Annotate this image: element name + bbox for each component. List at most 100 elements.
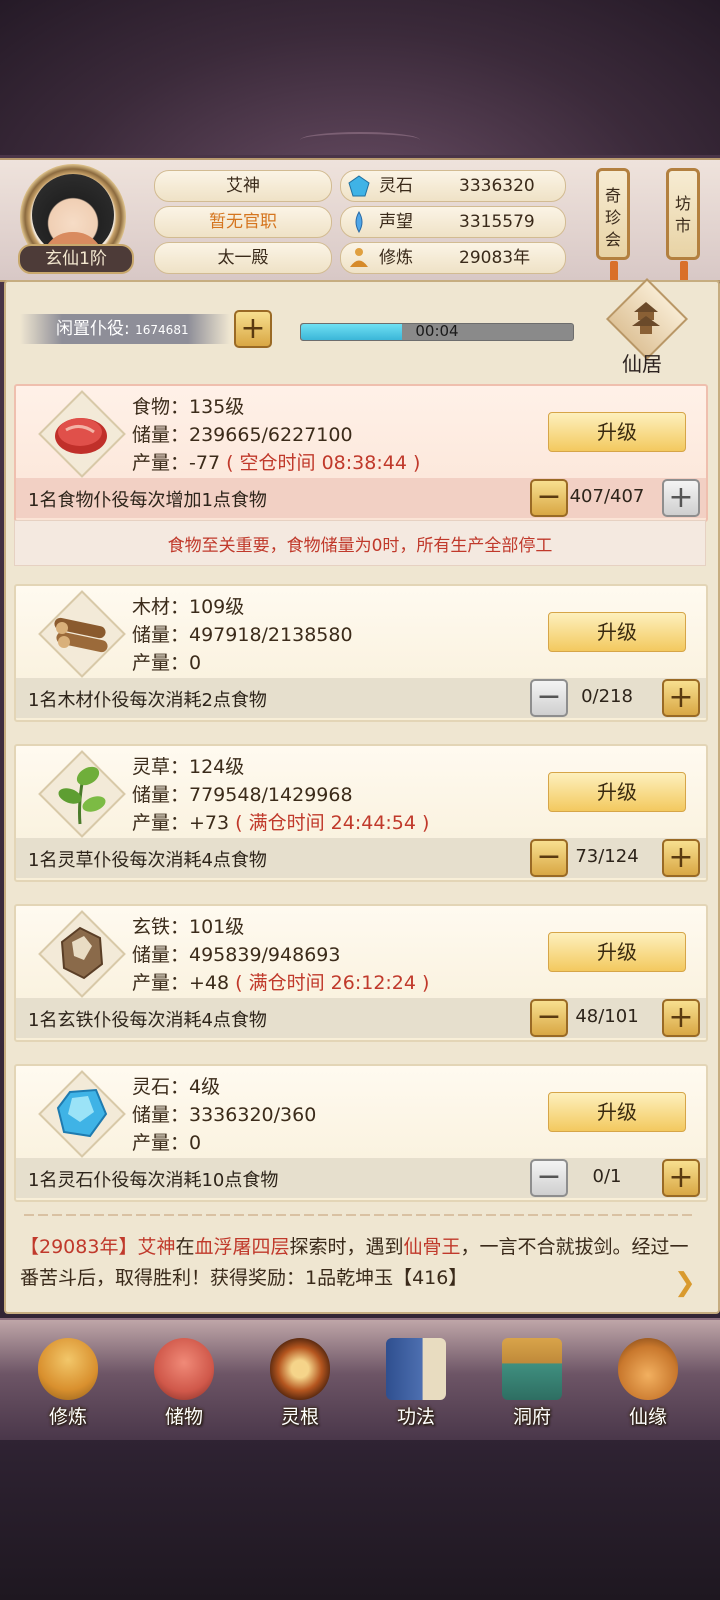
wood-glyph bbox=[54, 617, 108, 653]
nav-technique[interactable]: 功法 bbox=[364, 1320, 468, 1440]
technique-book-icon bbox=[386, 1338, 446, 1400]
log-place: 血浮屠四层 bbox=[194, 1236, 290, 1258]
official-title[interactable]: 暂无官职 bbox=[154, 206, 332, 238]
plus-servant-button[interactable]: + bbox=[662, 839, 700, 877]
upgrade-button[interactable]: 升级 bbox=[548, 612, 686, 652]
top-decoration bbox=[0, 0, 720, 155]
progress-timer: 00:04 bbox=[415, 322, 459, 340]
herb-glyph bbox=[58, 766, 106, 825]
nav-fate[interactable]: 仙缘 bbox=[596, 1320, 700, 1440]
cultivate-icon bbox=[38, 1338, 98, 1400]
servant-desc: 1名食物仆役每次增加1点食物 bbox=[28, 490, 267, 511]
reputation-icon bbox=[355, 210, 363, 234]
side-label: 会 bbox=[604, 230, 621, 249]
nav-spirit-root[interactable]: 灵根 bbox=[248, 1320, 352, 1440]
meat-glyph bbox=[55, 418, 107, 454]
idle-servants-label: 闲置仆役: 1674681 bbox=[20, 314, 230, 344]
servant-bar: 1名玄铁仆役每次消耗4点食物 − 48/101 + bbox=[16, 998, 706, 1038]
cultivation-icon bbox=[350, 248, 368, 267]
divider bbox=[24, 1214, 696, 1216]
nav-label: 储物 bbox=[164, 1406, 203, 1428]
resource-output: 产量：+48 ( 满仓时间 26:12:24 ) bbox=[132, 968, 429, 995]
plus-servant-button[interactable]: + bbox=[662, 999, 700, 1037]
servant-count: 0/1 bbox=[592, 1166, 622, 1187]
log-year: 【29083年】 bbox=[20, 1236, 138, 1258]
side-label: 市 bbox=[674, 216, 691, 235]
food-warning-text: 食物至关重要，食物储量为0时，所有生产全部停工 bbox=[167, 536, 553, 556]
resource-level: 灵石：4级 bbox=[132, 1076, 221, 1098]
servant-bar: 1名灵草仆役每次消耗4点食物 − 73/124 + bbox=[16, 838, 706, 878]
output-value: 产量：0 bbox=[132, 1132, 202, 1154]
servant-desc: 1名玄铁仆役每次消耗4点食物 bbox=[28, 1010, 267, 1031]
resource-storage: 储量：239665/6227100 bbox=[132, 424, 353, 446]
log-text: 在 bbox=[175, 1236, 195, 1258]
food-warning: 食物至关重要，食物储量为0时，所有生产全部停工 bbox=[14, 520, 706, 566]
idle-count: 1674681 bbox=[135, 323, 189, 337]
wood-logs-icon bbox=[38, 590, 126, 678]
ornament bbox=[300, 132, 420, 148]
resource-card-food: 食物：135级 储量：239665/6227100 产量：-77 ( 空仓时间 … bbox=[14, 384, 708, 522]
sect-name[interactable]: 太一殿 bbox=[154, 242, 332, 274]
stat-value: 3336320 bbox=[459, 176, 535, 196]
resource-card-stone: 灵石：4级 储量：3336320/360 产量：0 升级 1名灵石仆役每次消耗1… bbox=[14, 1064, 708, 1202]
upgrade-button[interactable]: 升级 bbox=[548, 1092, 686, 1132]
log-enemy: 仙骨王 bbox=[403, 1236, 461, 1258]
spirit-stone-icon bbox=[348, 175, 370, 197]
log-actor: 艾神 bbox=[137, 1236, 176, 1258]
nav-label: 灵根 bbox=[280, 1406, 319, 1428]
output-note: ( 满仓时间 26:12:24 ) bbox=[235, 972, 430, 994]
side-label: 坊 bbox=[674, 194, 691, 213]
resource-storage: 储量：779548/1429968 bbox=[132, 784, 353, 806]
upgrade-button[interactable]: 升级 bbox=[548, 412, 686, 452]
plus-servant-button[interactable]: + bbox=[662, 479, 700, 517]
resource-output: 产量：0 bbox=[132, 1128, 201, 1155]
crystal-icon bbox=[38, 1070, 126, 1158]
resource-output: 产量：+73 ( 满仓时间 24:44:54 ) bbox=[132, 808, 429, 835]
resource-output: 产量：0 bbox=[132, 648, 201, 675]
side-label: 珍 bbox=[604, 208, 621, 227]
resource-storage: 储量：497918/2138580 bbox=[132, 624, 353, 646]
servant-count: 73/124 bbox=[575, 846, 639, 867]
plus-servant-button[interactable]: + bbox=[662, 679, 700, 717]
pagoda-glyph bbox=[632, 302, 660, 334]
resource-card-iron: 玄铁：101级 储量：495839/948693 产量：+48 ( 满仓时间 2… bbox=[14, 904, 708, 1042]
nav-label: 功法 bbox=[396, 1406, 435, 1428]
nav-storage[interactable]: 储物 bbox=[132, 1320, 236, 1440]
event-log: 【29083年】艾神在血浮屠四层探索时，遇到仙骨王，一言不合就拔剑。经过一番苦斗… bbox=[20, 1232, 700, 1294]
resource-level: 木材：109级 bbox=[132, 596, 245, 618]
herb-icon bbox=[38, 750, 126, 838]
output-value: 产量：+73 bbox=[132, 812, 230, 834]
cultivation-stat: 修炼 29083年 bbox=[340, 242, 566, 274]
spirit-root-icon bbox=[270, 1338, 330, 1400]
servant-count: 407/407 bbox=[569, 486, 645, 507]
plus-servant-button[interactable]: + bbox=[662, 1159, 700, 1197]
resource-storage: 储量：3336320/360 bbox=[132, 1104, 317, 1126]
servant-desc: 1名灵草仆役每次消耗4点食物 bbox=[28, 850, 267, 871]
log-text: 探索时，遇到 bbox=[289, 1236, 404, 1258]
stat-label: 修炼 bbox=[379, 248, 413, 268]
upgrade-button[interactable]: 升级 bbox=[548, 772, 686, 812]
stat-label: 灵石 bbox=[379, 176, 413, 196]
upgrade-button[interactable]: 升级 bbox=[548, 932, 686, 972]
servant-count: 48/101 bbox=[575, 1006, 639, 1027]
output-value: 产量：-77 bbox=[132, 452, 221, 474]
servant-bar: 1名木材仆役每次消耗2点食物 − 0/218 + bbox=[16, 678, 706, 718]
bottom-nav: 修炼 储物 灵根 功法 洞府 仙缘 bbox=[0, 1318, 720, 1440]
resource-storage: 储量：495839/948693 bbox=[132, 944, 341, 966]
add-servant-button[interactable]: + bbox=[234, 310, 272, 348]
stat-label: 声望 bbox=[379, 212, 413, 232]
resource-output: 产量：-77 ( 空仓时间 08:38:44 ) bbox=[132, 448, 420, 475]
market-button[interactable]: 坊 市 bbox=[666, 168, 700, 283]
nav-cultivate[interactable]: 修炼 bbox=[16, 1320, 120, 1440]
stat-value: 3315579 bbox=[459, 212, 535, 232]
idle-label-text: 闲置仆役: bbox=[56, 319, 130, 339]
output-value: 产量：+48 bbox=[132, 972, 230, 994]
resource-card-herb: 灵草：124级 储量：779548/1429968 产量：+73 ( 满仓时间 … bbox=[14, 744, 708, 882]
log-next-icon[interactable]: ❯ bbox=[674, 1268, 704, 1298]
gourd-icon bbox=[618, 1338, 678, 1400]
player-name[interactable]: 艾神 bbox=[154, 170, 332, 202]
residence-button[interactable]: 仙居 bbox=[605, 277, 689, 376]
rank-badge: 玄仙1阶 bbox=[18, 244, 134, 274]
nav-cave-mansion[interactable]: 洞府 bbox=[480, 1320, 584, 1440]
treasure-fair-button[interactable]: 奇 珍 会 bbox=[596, 168, 630, 283]
